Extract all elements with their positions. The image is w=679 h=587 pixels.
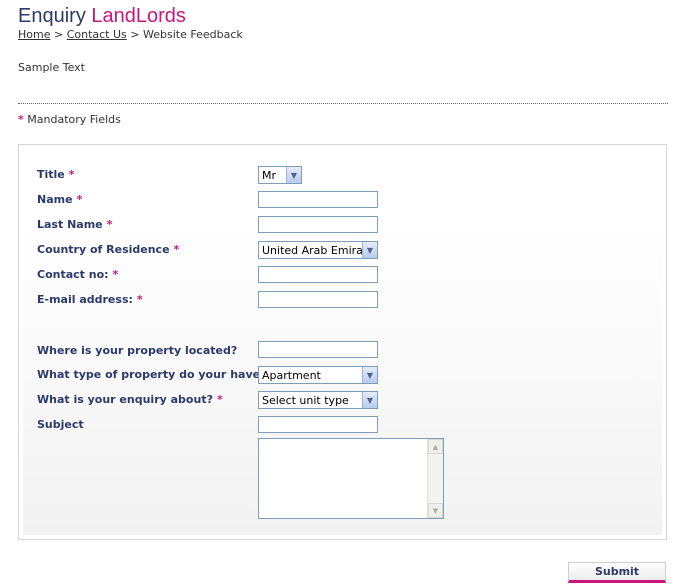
contact-label: Contact no: * xyxy=(37,268,118,281)
mandatory-note: * Mandatory Fields xyxy=(18,113,121,126)
page-title: Enquiry LandLords xyxy=(18,4,186,28)
submit-button[interactable]: Submit xyxy=(568,562,666,583)
title-select-value: Mr xyxy=(262,168,277,182)
chevron-down-icon[interactable]: ▼ xyxy=(362,367,377,383)
title-select[interactable]: Mr ▼ xyxy=(258,166,302,184)
email-input[interactable] xyxy=(258,291,378,308)
property-type-label-text: What type of property do your have? xyxy=(37,368,267,381)
required-star: * xyxy=(106,218,113,231)
property-type-select-value: Apartment xyxy=(262,368,321,382)
country-select[interactable]: United Arab Emirates ▼ xyxy=(258,241,378,259)
breadcrumb-separator: > xyxy=(53,28,64,41)
title-label: Title * xyxy=(37,168,75,181)
mandatory-note-text: Mandatory Fields xyxy=(27,113,121,126)
breadcrumb-contact-link[interactable]: Contact Us xyxy=(67,28,127,41)
last-name-input[interactable] xyxy=(258,216,378,233)
chevron-down-icon[interactable]: ▼ xyxy=(362,242,377,258)
location-label-text: Where is your property located? xyxy=(37,344,238,357)
intro-text: Sample Text xyxy=(18,61,85,74)
subject-input[interactable] xyxy=(258,416,378,433)
email-label-text: E-mail address: xyxy=(37,293,133,306)
message-scrollbar[interactable]: ▲ ▼ xyxy=(427,439,443,518)
required-star: * xyxy=(136,293,143,306)
subject-label-text: Subject xyxy=(37,418,84,431)
breadcrumb-home-link[interactable]: Home xyxy=(18,28,50,41)
country-select-value: United Arab Emirates xyxy=(262,243,362,257)
scroll-down-icon[interactable]: ▼ xyxy=(428,503,443,518)
required-star: * xyxy=(18,113,24,126)
breadcrumb-separator: > xyxy=(130,28,140,41)
required-star: * xyxy=(68,168,75,181)
country-label-text: Country of Residence xyxy=(37,243,170,256)
last-name-label: Last Name * xyxy=(37,218,112,231)
last-name-label-text: Last Name xyxy=(37,218,103,231)
property-type-select[interactable]: Apartment ▼ xyxy=(258,366,378,384)
country-label: Country of Residence * xyxy=(37,243,179,256)
page-title-part1: Enquiry xyxy=(18,5,92,27)
enquiry-label: What is your enquiry about? * xyxy=(37,393,223,406)
required-star: * xyxy=(216,393,223,406)
subject-label: Subject xyxy=(37,418,84,431)
dotted-divider xyxy=(18,103,668,104)
chevron-down-icon[interactable]: ▼ xyxy=(286,167,301,183)
email-label: E-mail address: * xyxy=(37,293,143,306)
scroll-up-icon[interactable]: ▲ xyxy=(428,439,443,454)
name-input[interactable] xyxy=(258,191,378,208)
required-star: * xyxy=(112,268,119,281)
contact-label-text: Contact no: xyxy=(37,268,109,281)
chevron-down-icon[interactable]: ▼ xyxy=(362,392,377,408)
title-label-text: Title xyxy=(37,168,65,181)
breadcrumb: Home > Contact Us > Website Feedback xyxy=(18,28,243,41)
breadcrumb-current: Website Feedback xyxy=(143,28,243,41)
required-star: * xyxy=(76,193,83,206)
contact-input[interactable] xyxy=(258,266,378,283)
message-textarea[interactable]: ▲ ▼ xyxy=(258,438,444,519)
enquiry-label-text: What is your enquiry about? xyxy=(37,393,213,406)
name-label: Name * xyxy=(37,193,82,206)
page-title-part2: LandLords xyxy=(91,5,186,27)
enquiry-select[interactable]: Select unit type ▼ xyxy=(258,391,378,409)
required-star: * xyxy=(173,243,180,256)
enquiry-select-value: Select unit type xyxy=(262,393,349,407)
location-label: Where is your property located? xyxy=(37,344,237,357)
property-type-label: What type of property do your have? xyxy=(37,368,266,381)
location-input[interactable] xyxy=(258,341,378,358)
name-label-text: Name xyxy=(37,193,73,206)
